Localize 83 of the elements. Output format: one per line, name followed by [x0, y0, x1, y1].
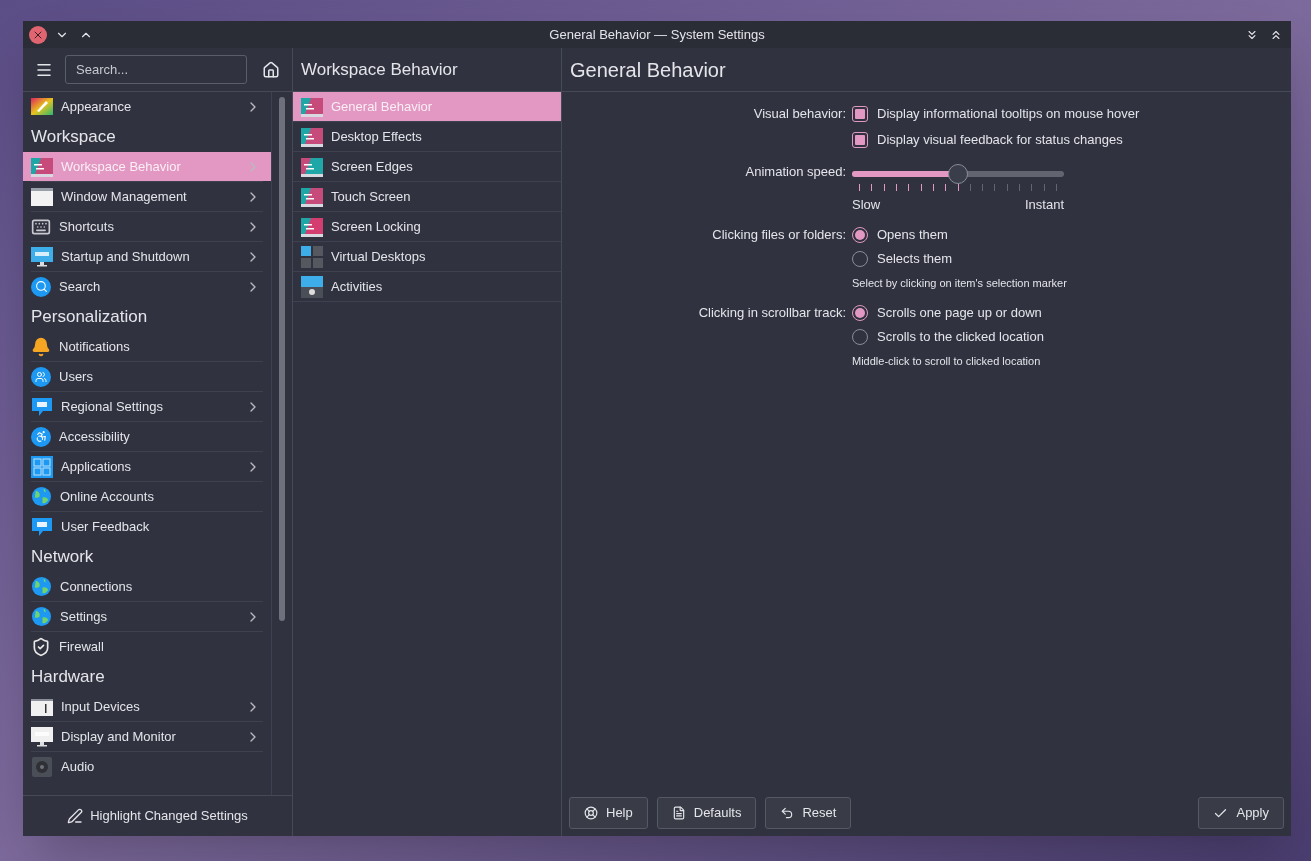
setting-label: Clicking files or folders: [711, 226, 847, 244]
sidebar-item[interactable]: Regional Settings [23, 392, 271, 421]
sidebar-item[interactable]: Settings [23, 602, 271, 631]
category-item[interactable]: Desktop Effects [293, 122, 561, 151]
monitor-icon [31, 725, 53, 748]
desktop-icon [301, 185, 323, 208]
setting-label: Visual behavior: [752, 105, 847, 123]
slider-min-label: Slow [852, 197, 881, 213]
sidebar-item[interactable]: Accessibility [23, 422, 271, 451]
desktop-icon [301, 155, 323, 178]
sidebar-item[interactable]: Connections [23, 572, 271, 601]
sidebar-item[interactable]: Firewall [23, 632, 271, 661]
highlight-changes-button[interactable]: Highlight Changed Settings [61, 803, 254, 829]
checkbox-option[interactable]: Display informational tooltips on mouse hover [852, 104, 1291, 124]
section-heading: Network [30, 545, 95, 568]
globe-icon [31, 606, 52, 627]
category-title: Workspace Behavior [301, 58, 458, 81]
slider-track[interactable] [852, 171, 1064, 177]
desktop-icon [31, 155, 53, 178]
category-item[interactable]: Virtual Desktops [293, 242, 561, 271]
pen-icon [67, 808, 84, 824]
setting-label: Animation speed: [744, 163, 847, 181]
grid-icon [301, 245, 323, 268]
speaker-icon [31, 755, 53, 778]
apply-button[interactable]: Apply [1198, 797, 1284, 829]
sidebar-item[interactable]: Appearance [23, 92, 271, 121]
footer-button[interactable]: Reset [765, 797, 852, 829]
activities-icon [301, 275, 323, 298]
speech-bubble-icon [31, 395, 53, 418]
sidebar-item[interactable]: Window Management [23, 182, 271, 211]
radio-option[interactable]: Scrolls to the clicked location [852, 327, 1291, 347]
radio-option[interactable]: Selects them [852, 249, 1291, 269]
search-field[interactable]: Search... [65, 55, 247, 84]
checkbox-option[interactable]: Display visual feedback for status changes [852, 130, 1291, 150]
hint-text: Select by clicking on item's selection marker [852, 276, 1068, 291]
speech-bubble-icon [31, 515, 53, 538]
category-item[interactable]: Touch Screen [293, 182, 561, 211]
globe-icon [31, 486, 52, 507]
radio-option[interactable]: Scrolls one page up or down [852, 303, 1291, 323]
footer-button[interactable]: Defaults [656, 797, 757, 829]
sidebar-item[interactable]: Users [23, 362, 271, 391]
desktop-icon [301, 125, 323, 148]
sidebar-item[interactable]: Audio [23, 752, 271, 781]
sidebar-item[interactable]: Input Devices [23, 692, 271, 721]
sidebar-item[interactable]: Search [23, 272, 271, 301]
category-item[interactable]: Activities [293, 272, 561, 301]
lifebuoy-icon [584, 806, 598, 820]
bell-icon [31, 336, 51, 357]
desktop-icon [301, 95, 323, 118]
setting-label: Clicking in scrollbar track: [697, 304, 847, 322]
globe-icon [31, 576, 52, 597]
monitor-icon [31, 245, 53, 268]
palette-icon [31, 95, 53, 118]
slider-handle[interactable] [948, 164, 968, 184]
checkbox[interactable] [852, 132, 868, 148]
hint-text: Middle-click to scroll to clicked location [852, 354, 1042, 369]
section-heading: Hardware [30, 665, 106, 688]
close-button[interactable] [29, 25, 47, 44]
home-icon [262, 60, 280, 79]
section-heading: Personalization [30, 305, 149, 328]
category-item[interactable]: Screen Locking [293, 212, 561, 241]
page-title: General Behavior [570, 57, 726, 83]
checkbox[interactable] [852, 106, 868, 122]
window-title: General Behavior — System Settings [549, 25, 765, 44]
shield-icon [31, 636, 51, 657]
category-item[interactable]: Screen Edges [293, 152, 561, 181]
grid-icon [31, 455, 53, 478]
undo-icon [780, 806, 795, 820]
desktop-icon [301, 215, 323, 238]
slider-max-label: Instant [1024, 197, 1064, 213]
footer-button[interactable]: Help [569, 797, 648, 829]
sidebar-item[interactable]: Display and Monitor [23, 722, 271, 751]
sidebar-item[interactable]: Startup and Shutdown [23, 242, 271, 271]
section-heading: Workspace [30, 125, 117, 148]
sidebar-item[interactable]: Applications [23, 452, 271, 481]
radio-option[interactable]: Opens them [852, 225, 1291, 245]
sidebar-item[interactable]: User Feedback [23, 512, 271, 541]
document-icon [671, 806, 686, 820]
sidebar-item[interactable]: Online Accounts [23, 482, 271, 511]
scrollbar-thumb[interactable] [279, 97, 285, 621]
window-icon [31, 185, 53, 208]
sidebar-item[interactable]: Shortcuts [23, 212, 271, 241]
sidebar-item[interactable]: Notifications [23, 332, 271, 361]
